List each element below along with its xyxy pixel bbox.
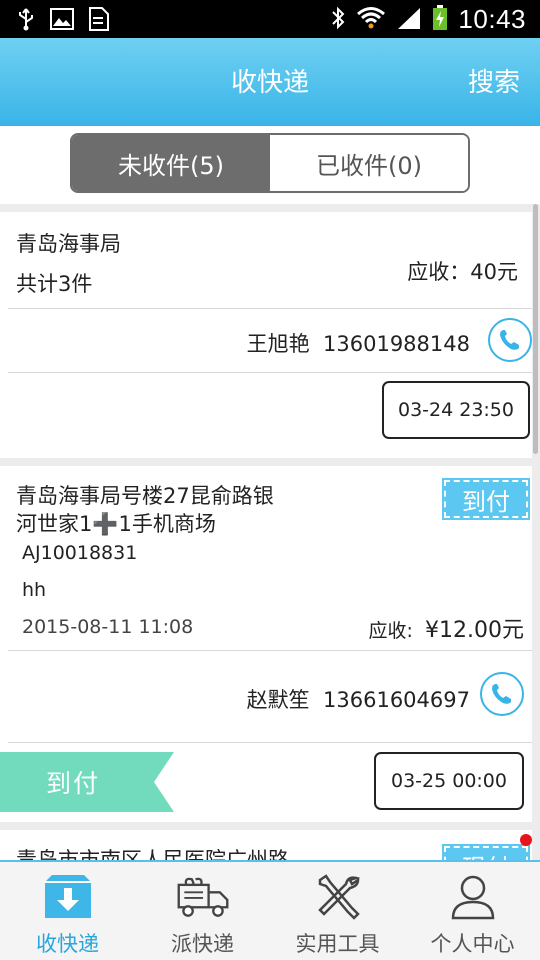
inbox-download-icon bbox=[40, 872, 96, 922]
nav-tools[interactable]: 实用工具 bbox=[270, 862, 405, 960]
contact-name: 赵默笙 bbox=[246, 688, 310, 712]
divider bbox=[8, 650, 532, 651]
scrollbar[interactable] bbox=[533, 204, 538, 454]
call-button[interactable] bbox=[488, 318, 532, 362]
nav-profile[interactable]: 个人中心 bbox=[405, 862, 540, 960]
call-button[interactable] bbox=[480, 672, 524, 716]
sender-name: 青岛海事局 bbox=[16, 232, 121, 256]
payment-badge: 到付 bbox=[442, 478, 530, 520]
address-line: 河世家1➕1手机商场 bbox=[16, 512, 216, 536]
nav-deliver[interactable]: 派快递 bbox=[135, 862, 270, 960]
divider bbox=[8, 372, 532, 373]
parcel-card[interactable]: 青岛海事局 共计3件 应收：40元 王旭艳 13601988148 03-24 … bbox=[0, 212, 532, 458]
divider bbox=[8, 742, 532, 743]
battery-charging-icon bbox=[432, 4, 448, 35]
parcel-date: 2015-08-11 11:08 bbox=[22, 616, 194, 638]
signal-icon bbox=[396, 6, 422, 34]
bluetooth-icon bbox=[330, 5, 346, 35]
nav-label: 个人中心 bbox=[430, 932, 515, 956]
ribbon-label: 到付 bbox=[46, 769, 101, 798]
usb-icon bbox=[16, 7, 36, 35]
nav-label: 收快递 bbox=[36, 932, 99, 956]
payment-badge: 现付 bbox=[442, 844, 530, 860]
person-icon bbox=[445, 872, 501, 922]
segmented-control: 未收件(5) 已收件(0) bbox=[70, 133, 470, 193]
time-button[interactable]: 03-25 00:00 bbox=[374, 752, 524, 810]
tracking-number: AJ10018831 bbox=[22, 542, 138, 564]
document-icon bbox=[88, 7, 110, 35]
contact-phone: 13661604697 bbox=[323, 688, 470, 712]
status-bar: 10:43 bbox=[0, 0, 540, 38]
contact-info: 赵默笙 13661604697 bbox=[247, 684, 470, 714]
notification-dot bbox=[520, 834, 532, 846]
address-line: 青岛海事局号楼27昆俞路银 bbox=[16, 484, 274, 508]
divider bbox=[8, 308, 532, 309]
parcel-card[interactable]: 青岛海事局号楼27昆俞路银 河世家1➕1手机商场 到付 AJ10018831 h… bbox=[0, 466, 532, 822]
phone-icon bbox=[500, 330, 519, 350]
delivery-truck-icon bbox=[175, 872, 231, 922]
item-count: 共计3件 bbox=[16, 272, 93, 296]
tools-icon bbox=[310, 872, 366, 922]
nav-label: 实用工具 bbox=[295, 932, 380, 956]
nav-label: 派快递 bbox=[171, 932, 234, 956]
time-button[interactable]: 03-24 23:50 bbox=[382, 381, 530, 439]
amount-label: 应收: bbox=[368, 620, 413, 642]
parcel-card[interactable]: 青岛市市南区人民医院广州路 现付 bbox=[0, 830, 532, 860]
app-header: 收快递 搜索 bbox=[0, 38, 540, 126]
contact-info: 王旭艳 13601988148 bbox=[247, 328, 470, 358]
wifi-icon bbox=[356, 5, 386, 35]
payment-ribbon: 到付 bbox=[0, 752, 174, 812]
address-line: 青岛市市南区人民医院广州路 bbox=[16, 848, 289, 860]
tab-received[interactable]: 已收件(0) bbox=[270, 135, 468, 191]
contact-name: 王旭艳 bbox=[246, 332, 310, 356]
search-button[interactable]: 搜索 bbox=[468, 62, 520, 99]
contact-phone: 13601988148 bbox=[323, 332, 470, 356]
clock: 10:43 bbox=[458, 4, 526, 34]
bottom-nav: 收快递 派快递 实用工具 个人中心 bbox=[0, 860, 540, 960]
amount-value: ¥12.00元 bbox=[425, 618, 524, 643]
amount-due: 应收：40元 bbox=[407, 260, 518, 284]
image-icon bbox=[50, 8, 74, 34]
tab-unreceived[interactable]: 未收件(5) bbox=[72, 135, 270, 191]
parcel-list[interactable]: 青岛海事局 共计3件 应收：40元 王旭艳 13601988148 03-24 … bbox=[0, 204, 540, 860]
nav-receive[interactable]: 收快递 bbox=[0, 862, 135, 960]
page-title: 收快递 bbox=[230, 68, 309, 98]
phone-icon bbox=[492, 684, 511, 704]
tab-bar: 未收件(5) 已收件(0) bbox=[0, 126, 540, 204]
parcel-note: hh bbox=[22, 579, 47, 601]
amount-due: 应收: ¥12.00元 bbox=[369, 612, 524, 644]
